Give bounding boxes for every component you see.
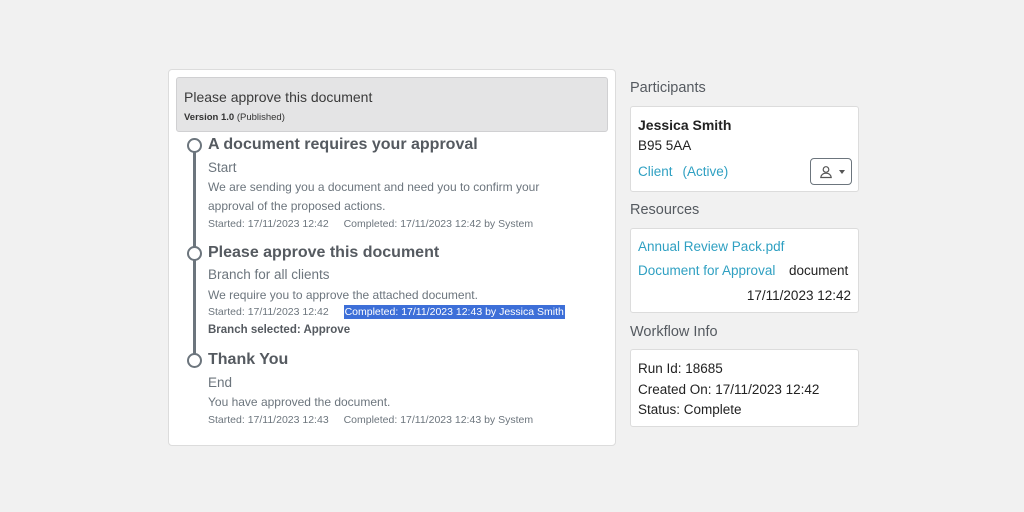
version-label: Version 1.0 <box>184 112 235 123</box>
step-1-title: A document requires your approval <box>208 136 478 153</box>
participant-menu-button[interactable] <box>810 158 852 185</box>
workflow-status: Status: Complete <box>638 402 742 417</box>
step-3-title: Thank You <box>208 351 289 368</box>
workflow-info-heading: Workflow Info <box>630 324 718 340</box>
resources-heading: Resources <box>630 202 700 218</box>
participant-status: (Active) <box>682 164 729 179</box>
resource-date: 17/11/2023 12:42 <box>746 288 851 303</box>
step-3-circle-icon <box>187 353 202 368</box>
step-2-branch: Branch selected: Approve <box>208 324 351 336</box>
resource-link-annual-review[interactable]: Annual Review Pack.pdf <box>638 239 784 254</box>
resource-type: document <box>789 263 849 278</box>
chevron-down-icon <box>839 170 845 174</box>
participant-code: B95 5AA <box>638 138 692 153</box>
step-2-started: Started: 17/11/2023 12:42 <box>208 306 329 318</box>
participant-card: Jessica Smith B95 5AA Client (Active) <box>630 106 859 192</box>
step-3-completed: Completed: 17/11/2023 12:43 by System <box>343 414 534 426</box>
participant-role-label: Client <box>638 164 673 179</box>
step-3-description: You have approved the document. <box>208 395 391 409</box>
step-1-started: Started: 17/11/2023 12:42 <box>208 218 329 230</box>
workflow-info-card: Run Id: 18685 Created On: 17/11/2023 12:… <box>630 349 859 427</box>
step-3-meta: Started: 17/11/2023 12:43 Completed: 17/… <box>208 414 533 426</box>
participant-name: Jessica Smith <box>638 117 732 133</box>
step-3-started: Started: 17/11/2023 12:43 <box>208 414 329 426</box>
step-2-title: Please approve this document <box>208 244 440 261</box>
step-1-completed: Completed: 17/11/2023 12:42 by System <box>343 218 534 230</box>
version-state: (Published) <box>236 112 285 123</box>
step-1-circle-icon <box>187 138 202 153</box>
step-1-meta: Started: 17/11/2023 12:42 Completed: 17/… <box>208 218 533 230</box>
step-3-subtitle: End <box>208 375 233 390</box>
user-icon <box>820 166 832 179</box>
workflow-title: Please approve this document <box>184 89 373 105</box>
step-1-description: We are sending you a document and need y… <box>208 180 540 213</box>
workflow-header: Please approve this document Version 1.0… <box>176 77 608 132</box>
participant-role: Client (Active) <box>638 164 728 179</box>
created-on: Created On: 17/11/2023 12:42 <box>638 382 820 397</box>
participants-heading: Participants <box>630 80 706 96</box>
workflow-version: Version 1.0 (Published) <box>184 112 285 123</box>
step-2-meta: Started: 17/11/2023 12:42 Completed: 17/… <box>208 305 565 319</box>
workflow-panel: Please approve this document Version 1.0… <box>168 69 616 446</box>
run-id: Run Id: 18685 <box>638 361 723 376</box>
resources-card: Annual Review Pack.pdf Document for Appr… <box>630 228 859 313</box>
step-2-subtitle: Branch for all clients <box>208 267 330 282</box>
step-1-subtitle: Start <box>208 160 237 175</box>
step-2-circle-icon <box>187 246 202 261</box>
step-2-completed: Completed: 17/11/2023 12:43 by Jessica S… <box>343 305 565 319</box>
resource-link-document-for-approval[interactable]: Document for Approval <box>638 263 775 278</box>
step-2-description: We require you to approve the attached d… <box>208 288 478 302</box>
